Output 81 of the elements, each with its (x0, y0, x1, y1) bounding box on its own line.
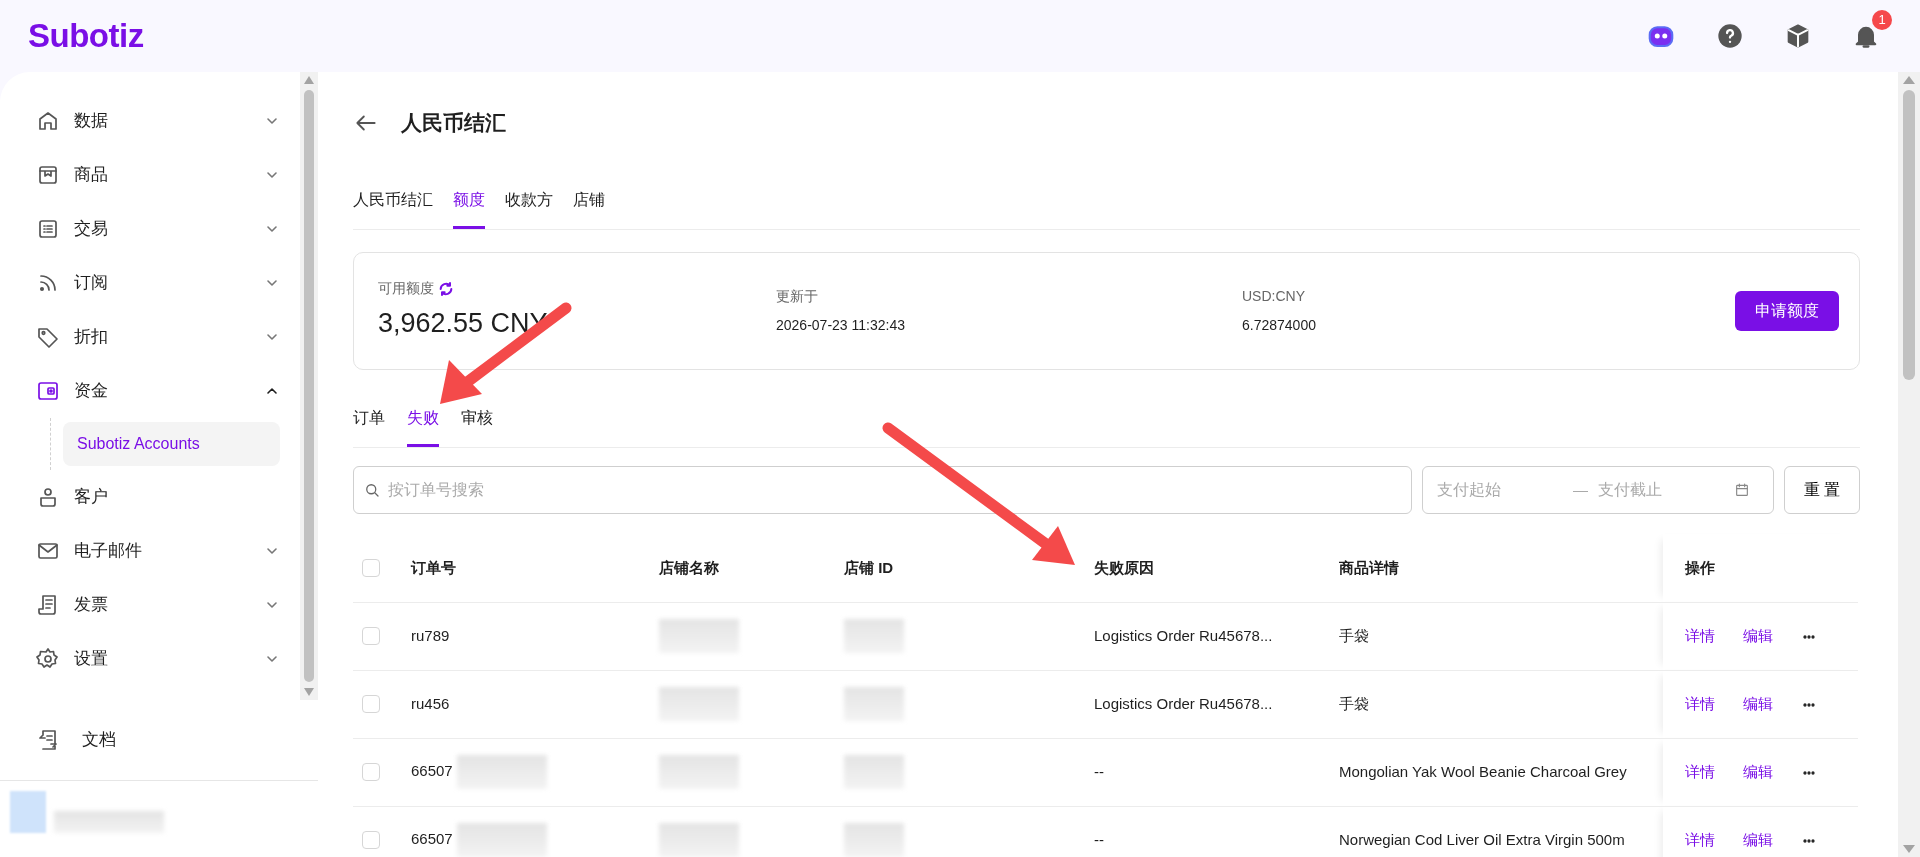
table-cell: Logistics Order Ru45678... (1094, 626, 1273, 644)
sidebar-item[interactable]: 交易 (36, 202, 280, 256)
tab[interactable]: 审核 (461, 400, 493, 447)
scroll-down-icon[interactable] (304, 688, 314, 696)
scrollbar[interactable] (1898, 72, 1920, 857)
tab[interactable]: 失败 (407, 400, 439, 447)
page-title: 人民币结汇 (401, 110, 506, 137)
sidebar-subitem[interactable]: Subotiz Accounts (63, 422, 280, 466)
rate-label: USD:CNY (1242, 287, 1306, 306)
table-cell: ru456 (411, 694, 450, 712)
scrollbar[interactable] (300, 72, 318, 700)
tab[interactable]: 订单 (353, 400, 385, 447)
redacted-block (844, 687, 904, 721)
checkbox[interactable] (362, 763, 380, 781)
date-start-input[interactable]: 支付起始 (1435, 477, 1565, 503)
table-cell: -- (1094, 762, 1104, 780)
table-cell: 66507 (411, 761, 453, 779)
table-cell: Logistics Order Ru45678... (1094, 694, 1273, 712)
sidebar-item[interactable]: 订阅 (36, 256, 280, 310)
action-link[interactable]: 详情 (1685, 694, 1715, 712)
scroll-up-icon[interactable] (304, 76, 314, 84)
action-link[interactable]: 编辑 (1743, 830, 1773, 848)
tab[interactable]: 店铺 (573, 182, 605, 229)
sidebar-item[interactable]: 商品 (36, 148, 280, 202)
sidebar-item[interactable]: 客户 (36, 470, 280, 524)
sidebar-item[interactable]: 资金 (36, 364, 280, 418)
table-cell: 66507 (411, 829, 453, 847)
sidebar-item[interactable]: 折扣 (36, 310, 280, 364)
scrollbar-thumb[interactable] (1903, 90, 1915, 380)
reset-button[interactable]: 重 置 (1784, 466, 1860, 514)
sidebar-item[interactable]: 文档 (36, 720, 318, 760)
tab[interactable]: 收款方 (505, 182, 553, 229)
avatar-placeholder (10, 791, 46, 833)
notification-badge: 1 (1872, 10, 1892, 30)
checkbox[interactable] (362, 627, 380, 645)
sidebar-item[interactable]: 数据 (36, 94, 280, 148)
search-icon (363, 481, 381, 499)
checkbox[interactable] (362, 695, 380, 713)
sidebar-item[interactable]: 设置 (36, 632, 280, 686)
updated-value: 2026-07-23 11:32:43 (776, 316, 906, 335)
column-header: 店铺 ID (844, 558, 894, 576)
table-cell: -- (1094, 830, 1104, 848)
scrollbar-thumb[interactable] (304, 90, 314, 682)
action-link[interactable]: 详情 (1685, 626, 1715, 644)
scroll-up-icon[interactable] (1903, 76, 1915, 84)
action-link[interactable]: 编辑 (1743, 762, 1773, 780)
table-cell: Mongolian Yak Wool Beanie Charcoal Grey (1339, 762, 1627, 780)
apply-quota-button[interactable]: 申请额度 (1735, 291, 1839, 331)
action-link[interactable]: 编辑 (1743, 694, 1773, 712)
quota-label: 可用额度 (378, 279, 434, 299)
logo[interactable]: Subotiz (28, 11, 144, 61)
table-cell: ru789 (411, 626, 450, 644)
rate-value: 6.72874000 (1242, 316, 1317, 335)
scroll-down-icon[interactable] (1903, 845, 1915, 853)
tab[interactable]: 额度 (453, 182, 485, 229)
sidebar-item[interactable]: 电子邮件 (36, 524, 280, 578)
checkbox[interactable] (362, 831, 380, 849)
refresh-icon[interactable] (438, 280, 454, 297)
table-cell: 手袋 (1339, 626, 1369, 644)
column-header: 操作 (1685, 558, 1715, 576)
search-field[interactable]: 按订单号搜索 (353, 466, 1412, 514)
help-icon[interactable] (1716, 22, 1744, 50)
column-header: 店铺名称 (659, 558, 719, 576)
table-cell: Norwegian Cod Liver Oil Extra Virgin 500m (1339, 830, 1625, 848)
calendar-icon (1734, 482, 1750, 498)
date-separator: — (1573, 479, 1588, 500)
document-icon (36, 728, 60, 752)
sidebar-item[interactable]: 发票 (36, 578, 280, 632)
date-end-input[interactable]: 支付截止 (1596, 477, 1726, 503)
action-link[interactable]: 详情 (1685, 762, 1715, 780)
action-link[interactable]: 编辑 (1743, 626, 1773, 644)
updated-label: 更新于 (776, 287, 819, 306)
column-header: 失败原因 (1094, 558, 1154, 576)
column-header: 商品详情 (1339, 558, 1399, 576)
action-link[interactable]: 详情 (1685, 830, 1715, 848)
checkbox[interactable] (362, 558, 380, 577)
table-cell: 手袋 (1339, 694, 1369, 712)
tab[interactable]: 人民币结汇 (353, 182, 433, 229)
redacted-block (844, 755, 904, 789)
column-header: 订单号 (411, 558, 456, 576)
redacted-block (844, 619, 904, 653)
